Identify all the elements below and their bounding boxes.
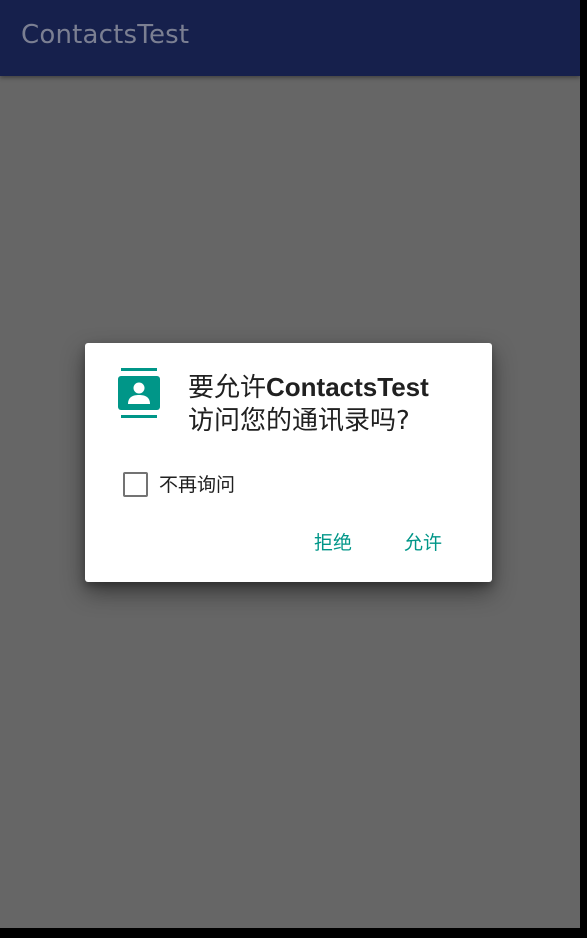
dont-ask-again-label[interactable]: 不再询问	[159, 472, 235, 498]
permission-dialog: 要允许ContactsTest 访问您的通讯录吗? 不再询问 拒绝 允许	[85, 343, 492, 582]
message-prefix: 要允许	[188, 373, 267, 403]
app-title: ContactsTest	[21, 20, 190, 50]
contacts-icon	[118, 368, 160, 418]
dont-ask-again-checkbox[interactable]	[123, 472, 148, 497]
screen: ContactsTest 要允许ContactsTest 访问您的通讯录吗? 不…	[0, 0, 580, 928]
allow-button[interactable]: 允许	[400, 526, 446, 560]
message-app-name: ContactsTest	[266, 372, 429, 402]
message-suffix: 访问您的通讯录吗?	[188, 406, 410, 436]
app-bar: ContactsTest	[0, 0, 580, 76]
deny-button[interactable]: 拒绝	[310, 526, 356, 560]
dialog-message: 要允许ContactsTest 访问您的通讯录吗?	[188, 371, 478, 438]
